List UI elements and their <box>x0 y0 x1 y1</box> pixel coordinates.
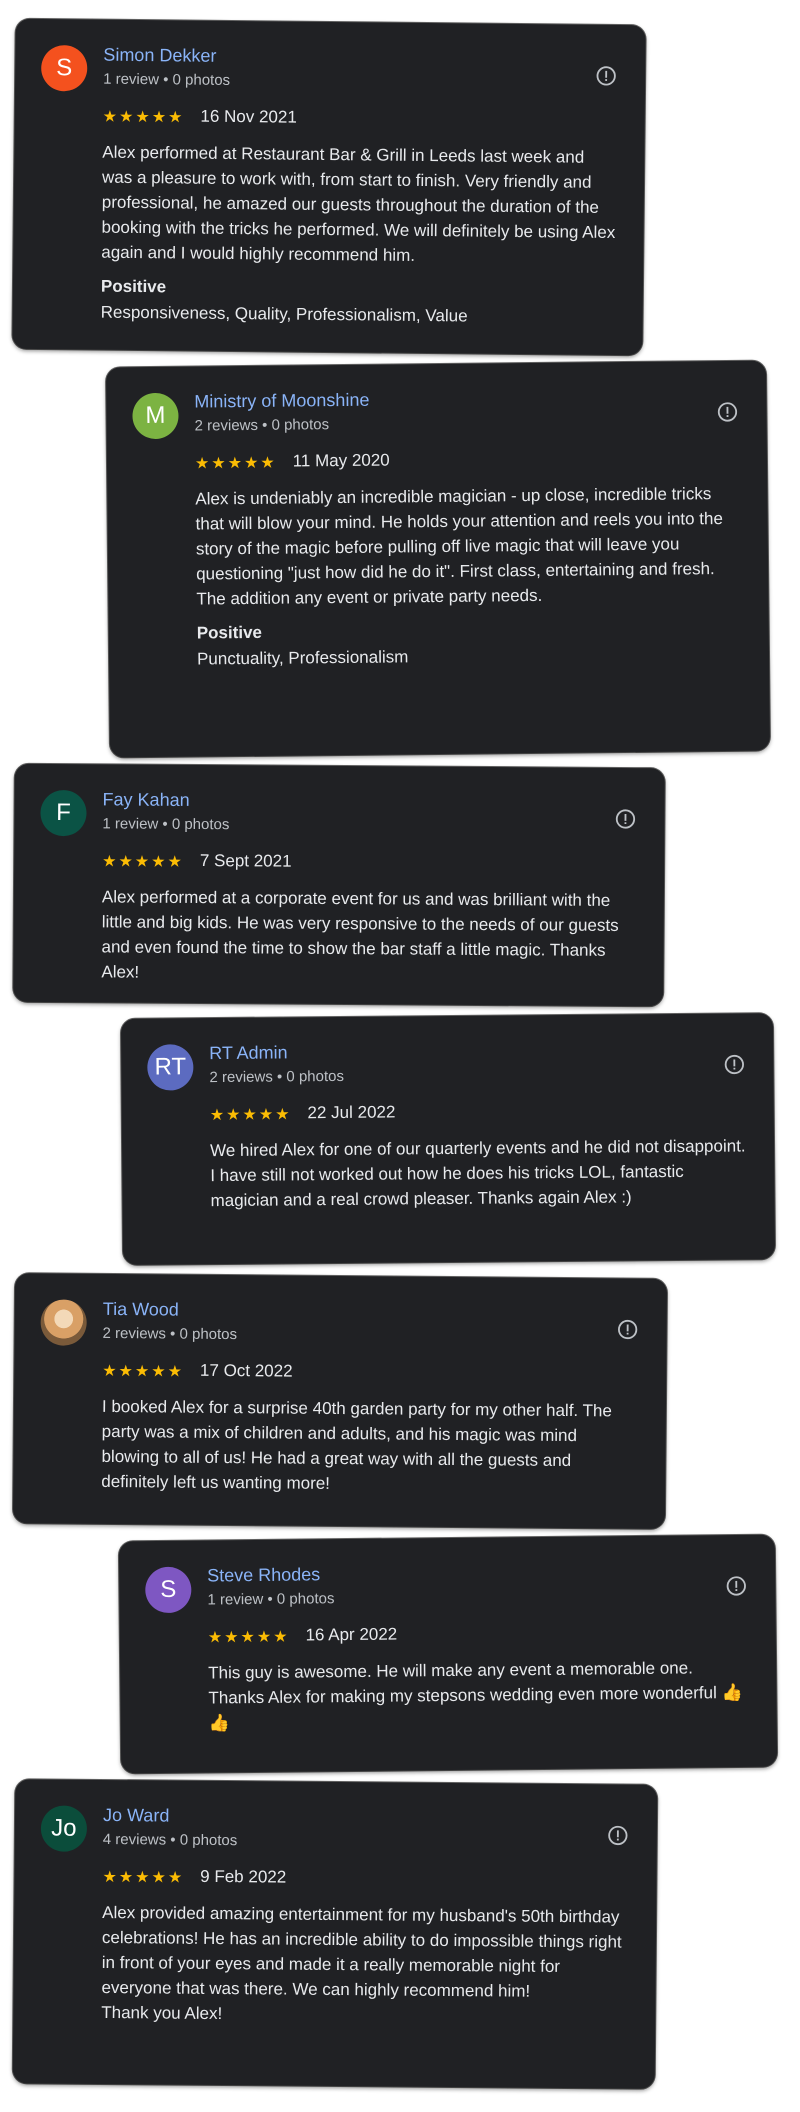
positive-items: Responsiveness, Quality, Professionalism… <box>100 302 468 326</box>
star-rating: ★★★★★ <box>102 106 185 126</box>
rating-row: ★★★★★ 7 Sept 2021 <box>102 850 636 874</box>
positive-title: Positive <box>100 276 167 297</box>
review-text: Alex provided amazing entertainment for … <box>101 1902 622 2024</box>
review-date: 11 May 2020 <box>292 450 390 471</box>
review-card: F Fay Kahan 1 review • 0 photos ★★★★★ 7 … <box>13 763 665 1007</box>
rating-row: ★★★★★ 17 Oct 2022 <box>102 1360 638 1385</box>
star-rating: ★★★★★ <box>209 1103 292 1124</box>
review-header: Tia Wood 2 reviews • 0 photos <box>40 1295 638 1350</box>
avatar[interactable]: M <box>132 392 179 440</box>
report-icon[interactable] <box>723 1053 745 1075</box>
review-card: S Simon Dekker 1 review • 0 photos ★★★★★… <box>12 18 646 356</box>
review-header: RT RT Admin 2 reviews • 0 photos <box>147 1035 745 1091</box>
report-icon[interactable] <box>716 401 738 423</box>
avatar[interactable]: F <box>40 789 87 837</box>
reviewer-name[interactable]: Jo Ward <box>103 1804 607 1830</box>
reviewer-meta: 2 reviews • 0 photos <box>209 1067 345 1087</box>
reviewer-info: Ministry of Moonshine 2 reviews • 0 phot… <box>194 383 716 436</box>
reviewer-meta: 1 review • 0 photos <box>103 70 231 89</box>
reviewer-name[interactable]: Ministry of Moonshine <box>194 385 716 412</box>
positive-items: Punctuality, Professionalism <box>196 647 409 669</box>
review-date: 7 Sept 2021 <box>199 851 292 871</box>
reviewer-name[interactable]: Tia Wood <box>103 1298 617 1324</box>
review-text: Alex is undeniably an incredible magicia… <box>195 484 723 609</box>
positive-title: Positive <box>196 622 263 643</box>
report-icon[interactable] <box>725 1575 747 1597</box>
review-text: Alex performed at a corporate event for … <box>101 887 619 982</box>
review-header: M Ministry of Moonshine 2 reviews • 0 ph… <box>132 383 738 440</box>
avatar[interactable]: RT <box>147 1044 194 1091</box>
reviewer-info: Simon Dekker 1 review • 0 photos <box>103 42 595 95</box>
reviewer-info: Jo Ward 4 reviews • 0 photos <box>103 1802 607 1854</box>
review-card: S Steve Rhodes 1 review • 0 photos ★★★★★… <box>118 1534 778 1774</box>
review-header: Jo Jo Ward 4 reviews • 0 photos <box>40 1801 629 1856</box>
avatar[interactable]: S <box>40 44 88 92</box>
reviewer-info: Steve Rhodes 1 review • 0 photos <box>207 1557 725 1610</box>
review-text: We hired Alex for one of our quarterly e… <box>210 1136 746 1211</box>
report-icon[interactable] <box>617 1318 639 1340</box>
reviewer-name[interactable]: Steve Rhodes <box>207 1559 725 1586</box>
avatar[interactable]: S <box>145 1566 192 1614</box>
rating-row: ★★★★★ 11 May 2020 <box>195 447 739 473</box>
star-rating: ★★★★★ <box>207 1626 290 1647</box>
review-card: Jo Jo Ward 4 reviews • 0 photos ★★★★★ 9 … <box>12 1779 658 2089</box>
review-date: 16 Nov 2021 <box>200 106 297 127</box>
reviewer-info: RT Admin 2 reviews • 0 photos <box>209 1036 723 1088</box>
star-rating: ★★★★★ <box>102 1866 185 1887</box>
review-text: This guy is awesome. He will make any ev… <box>208 1658 743 1733</box>
rating-row: ★★★★★ 22 Jul 2022 <box>210 1099 746 1124</box>
rating-row: ★★★★★ 16 Apr 2022 <box>208 1621 748 1647</box>
star-rating: ★★★★★ <box>194 452 277 473</box>
review-card: Tia Wood 2 reviews • 0 photos ★★★★★ 17 O… <box>12 1273 668 1529</box>
review-date: 17 Oct 2022 <box>199 1360 293 1381</box>
review-date: 16 Apr 2022 <box>305 1624 398 1645</box>
review-header: S Steve Rhodes 1 review • 0 photos <box>145 1557 747 1614</box>
rating-row: ★★★★★ 9 Feb 2022 <box>102 1866 628 1891</box>
review-card: RT RT Admin 2 reviews • 0 photos ★★★★★ 2… <box>120 1013 776 1265</box>
review-text: Alex performed at Restaurant Bar & Grill… <box>101 142 616 265</box>
reviewer-info: Tia Wood 2 reviews • 0 photos <box>102 1296 616 1348</box>
reviewer-name[interactable]: RT Admin <box>209 1038 723 1064</box>
report-icon[interactable] <box>607 1824 629 1846</box>
rating-row: ★★★★★ 16 Nov 2021 <box>103 106 617 131</box>
review-date: 22 Jul 2022 <box>307 1102 396 1123</box>
reviewer-meta: 2 reviews • 0 photos <box>194 416 330 435</box>
reviewer-meta: 1 review • 0 photos <box>207 1590 335 1609</box>
reviewer-name[interactable]: Simon Dekker <box>103 44 595 71</box>
review-card: M Ministry of Moonshine 2 reviews • 0 ph… <box>105 360 771 758</box>
review-header: F Fay Kahan 1 review • 0 photos <box>40 786 636 840</box>
review-date: 9 Feb 2022 <box>200 1866 287 1887</box>
avatar[interactable] <box>40 1299 87 1346</box>
reviewer-meta: 4 reviews • 0 photos <box>102 1830 238 1850</box>
reviewer-info: Fay Kahan 1 review • 0 photos <box>102 786 614 838</box>
review-text: I booked Alex for a surprise 40th garden… <box>101 1396 612 1493</box>
reviewer-meta: 2 reviews • 0 photos <box>102 1324 238 1344</box>
review-header: S Simon Dekker 1 review • 0 photos <box>40 41 617 97</box>
star-rating: ★★★★★ <box>102 850 184 871</box>
star-rating: ★★★★★ <box>102 1360 185 1381</box>
report-icon[interactable] <box>595 65 617 87</box>
avatar[interactable]: Jo <box>40 1805 88 1852</box>
report-icon[interactable] <box>614 808 636 830</box>
reviewer-name[interactable]: Fay Kahan <box>103 788 615 814</box>
reviewer-meta: 1 review • 0 photos <box>102 815 230 834</box>
